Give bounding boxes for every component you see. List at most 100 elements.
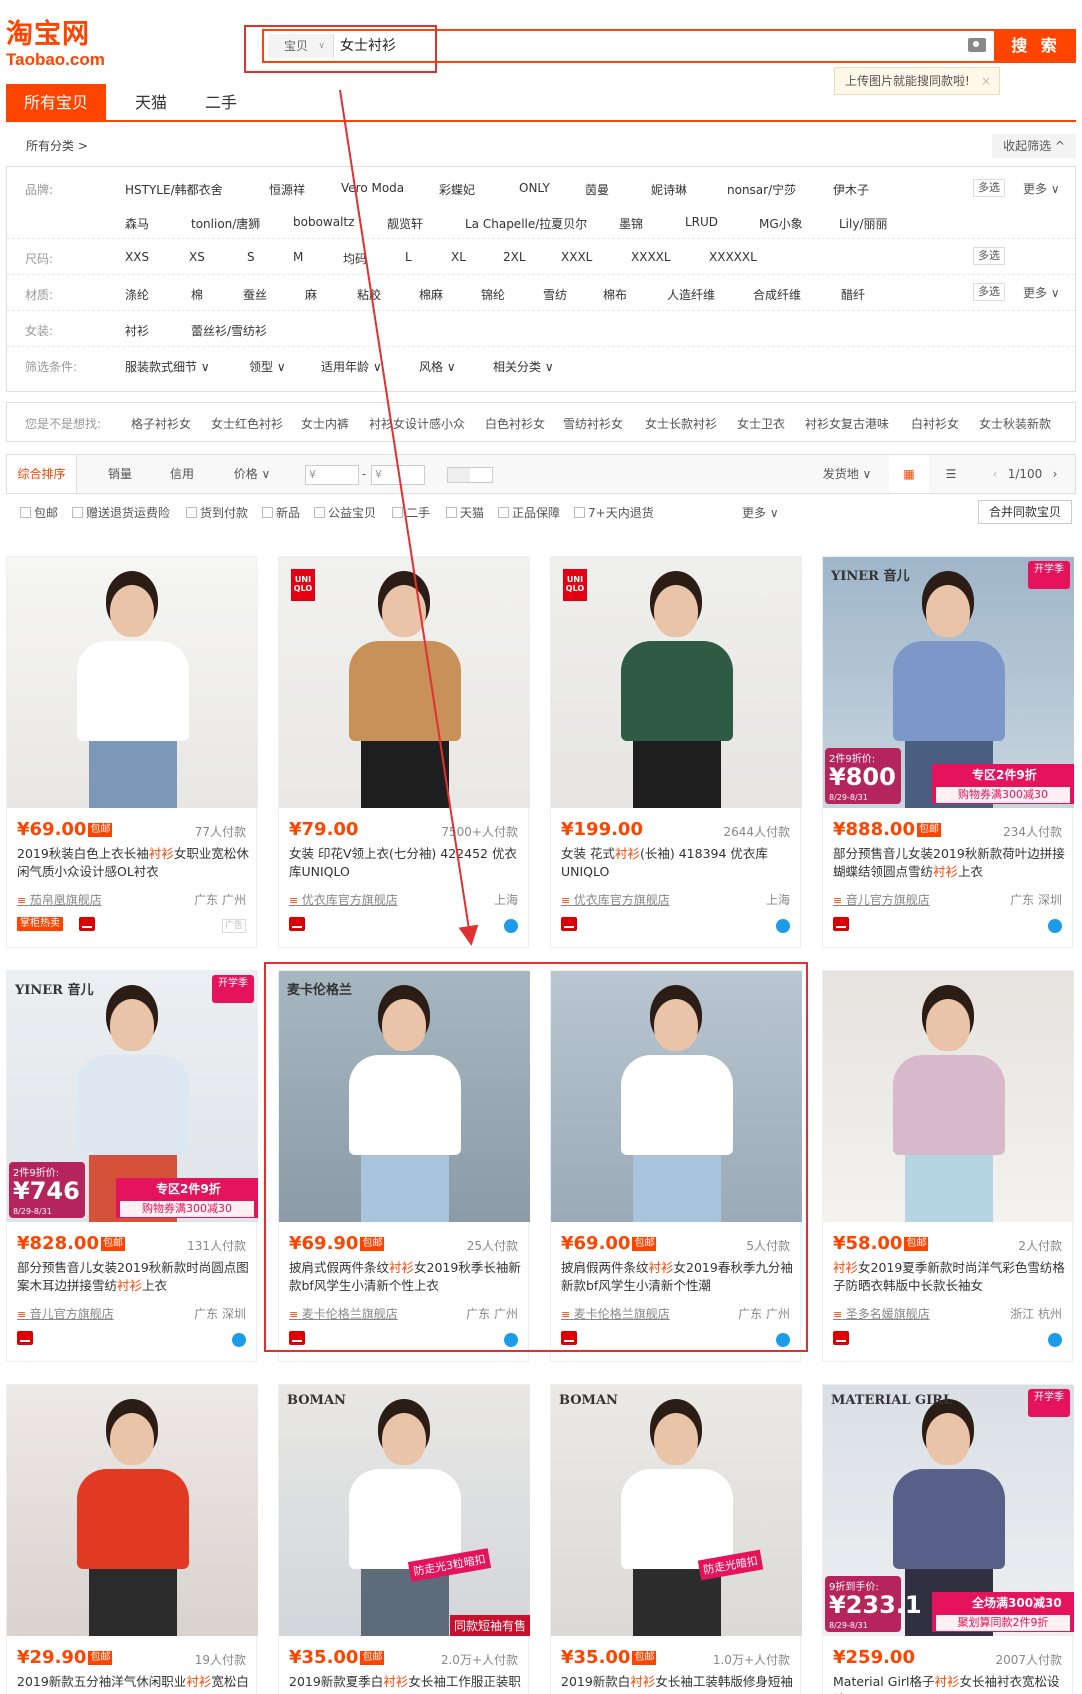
- sort-credit[interactable]: 信用: [157, 455, 207, 493]
- suggestion-link[interactable]: 女士秋装新款: [979, 415, 1051, 432]
- material-option[interactable]: 雪纺: [543, 286, 567, 303]
- tab-all[interactable]: 所有宝贝: [6, 84, 106, 122]
- brand-option[interactable]: tonlion/唐狮: [191, 215, 260, 232]
- multi-select-button[interactable]: 多选: [973, 283, 1005, 301]
- prev-page-icon[interactable]: ‹: [985, 455, 1005, 493]
- filter-checkbox[interactable]: 7+天内退货: [574, 504, 654, 521]
- product-card[interactable]: ¥29.90 包邮 19人付款 2019新款五分袖洋气休闲职业衬衫宽松白: [6, 1384, 258, 1694]
- size-option[interactable]: 2XL: [503, 250, 526, 264]
- filter-option[interactable]: 衬衫: [125, 322, 149, 339]
- product-image[interactable]: UNI QLO: [551, 557, 802, 808]
- brand-option[interactable]: 恒源祥: [269, 181, 305, 198]
- product-card[interactable]: YINER 音儿 开学季 2件9折价: ¥746 8/29-8/31 专区2件9折 购物券满…: [6, 970, 258, 1362]
- filter-checkbox[interactable]: 赠送退货运费险: [72, 504, 170, 521]
- brand-option[interactable]: 伊木子: [833, 181, 869, 198]
- product-card[interactable]: UNI QLO ¥79.00 7500+人付款 女装 印花V领上衣(七分袖) 4224…: [278, 556, 530, 948]
- multi-select-button[interactable]: 多选: [973, 247, 1005, 265]
- checkbox-icon[interactable]: [392, 507, 403, 518]
- suggestion-link[interactable]: 衬衫女设计感小众: [369, 415, 465, 432]
- size-option[interactable]: M: [293, 250, 303, 264]
- product-image[interactable]: BOMAN 防走光暗扣: [551, 1385, 802, 1636]
- condition-dropdown[interactable]: 相关分类 ∨: [493, 358, 554, 375]
- item-title[interactable]: 女装 印花V领上衣(七分袖) 422452 优衣库UNIQLO: [289, 845, 521, 881]
- item-title[interactable]: Material Girl格子衬衫女长袖衬衣宽松设计: [833, 1673, 1065, 1694]
- brand-option[interactable]: ONLY: [519, 181, 550, 195]
- material-option[interactable]: 合成纤维: [753, 286, 801, 303]
- wangwang-chat-icon[interactable]: [504, 919, 518, 933]
- search-button[interactable]: 搜 索: [996, 29, 1076, 63]
- size-option[interactable]: XXXXL: [631, 250, 671, 264]
- more-button[interactable]: 更多 ∨: [1023, 284, 1060, 301]
- collapse-filters-button[interactable]: 收起筛选 ^: [992, 134, 1076, 158]
- material-option[interactable]: 锦纶: [481, 286, 505, 303]
- checkbox-icon[interactable]: [574, 507, 585, 518]
- size-option[interactable]: XS: [189, 250, 205, 264]
- brand-option[interactable]: LRUD: [685, 215, 718, 229]
- material-option[interactable]: 涤纶: [125, 286, 149, 303]
- brand-option[interactable]: 彩蝶妃: [439, 181, 475, 198]
- size-option[interactable]: S: [247, 250, 255, 264]
- product-card[interactable]: MATERIAL GIRL 开学季 9折到手价: ¥233.1 8/29-8/31 全场满…: [822, 1384, 1074, 1694]
- list-view-icon[interactable]: ☰: [931, 455, 971, 493]
- brand-option[interactable]: bobowaltz: [293, 215, 354, 229]
- material-option[interactable]: 粘胶: [357, 286, 381, 303]
- size-option[interactable]: XXXL: [561, 250, 592, 264]
- checkbox-icon[interactable]: [446, 507, 457, 518]
- filter-checkbox[interactable]: 新品: [262, 504, 300, 521]
- size-option[interactable]: XL: [451, 250, 466, 264]
- item-title[interactable]: 部分预售音儿女装2019秋新款时尚圆点图案木耳边拼接雪纺衬衫上衣: [17, 1259, 249, 1295]
- item-title[interactable]: 部分预售音儿女装2019秋新款荷叶边拼接蝴蝶结领圆点雪纺衬衫上衣: [833, 845, 1065, 881]
- wangwang-chat-icon[interactable]: [1048, 919, 1062, 933]
- checkbox-icon[interactable]: [186, 507, 197, 518]
- product-image[interactable]: [7, 1385, 258, 1636]
- material-option[interactable]: 棉: [191, 286, 203, 303]
- shop-link[interactable]: 茄帛凰旗舰店: [17, 891, 102, 908]
- suggestion-link[interactable]: 衬衫女复古港味: [805, 415, 889, 432]
- item-title[interactable]: 女装 花式衬衫(长袖) 418394 优衣库UNIQLO: [561, 845, 793, 881]
- tab-tmall[interactable]: 天猫: [116, 84, 186, 122]
- shop-link[interactable]: 优衣库官方旗舰店: [561, 891, 670, 908]
- wangwang-chat-icon[interactable]: [232, 1333, 246, 1347]
- checks-more-button[interactable]: 更多 ∨: [742, 504, 779, 521]
- filter-checkbox[interactable]: 正品保障: [498, 504, 560, 521]
- material-option[interactable]: 棉布: [603, 286, 627, 303]
- next-page-icon[interactable]: ›: [1045, 455, 1065, 493]
- product-card[interactable]: UNI QLO ¥199.00 2644人付款 女装 花式衬衫(长袖) 418394 …: [550, 556, 802, 948]
- item-title[interactable]: 2019新款白衬衫女长袖工装韩版修身短袖: [561, 1673, 793, 1694]
- all-categories-link[interactable]: 所有分类 >: [26, 134, 88, 158]
- suggestion-link[interactable]: 白色衬衫女: [485, 415, 545, 432]
- checkbox-icon[interactable]: [262, 507, 273, 518]
- product-image[interactable]: [823, 971, 1074, 1222]
- shop-link[interactable]: 优衣库官方旗舰店: [289, 891, 398, 908]
- filter-option[interactable]: 蕾丝衫/雪纺衫: [191, 322, 267, 339]
- item-title[interactable]: 2019秋装白色上衣长袖衬衫女职业宽松休闲气质小众设计感OL衬衣: [17, 845, 249, 881]
- filter-checkbox[interactable]: 二手: [392, 504, 430, 521]
- product-image[interactable]: BOMAN 防走光3粒暗扣 同款短袖有售: [279, 1385, 530, 1636]
- item-title[interactable]: 2019新款夏季白衬衫女长袖工作服正装职: [289, 1673, 521, 1694]
- suggestion-link[interactable]: 女士红色衬衫: [211, 415, 283, 432]
- checkbox-icon[interactable]: [20, 507, 31, 518]
- checkbox-icon[interactable]: [498, 507, 509, 518]
- product-card[interactable]: ¥58.00 包邮 2人付款 衬衫女2019夏季新款时尚洋气彩色雪纺格子防晒衣韩版中长…: [822, 970, 1074, 1362]
- suggestion-link[interactable]: 格子衬衫女: [131, 415, 191, 432]
- suggestion-link[interactable]: 女士长款衬衫: [645, 415, 717, 432]
- product-image[interactable]: UNI QLO: [279, 557, 530, 808]
- material-option[interactable]: 麻: [305, 286, 317, 303]
- size-option[interactable]: XXXXXL: [709, 250, 757, 264]
- product-image[interactable]: YINER 音儿 开学季 2件9折价: ¥800 8/29-8/31 专区2件9折 购物券满…: [823, 557, 1074, 808]
- wangwang-chat-icon[interactable]: [1048, 1333, 1062, 1347]
- checkbox-icon[interactable]: [314, 507, 325, 518]
- filter-checkbox[interactable]: 天猫: [446, 504, 484, 521]
- shop-link[interactable]: 音儿官方旗舰店: [833, 891, 930, 908]
- filter-checkbox[interactable]: 公益宝贝: [314, 504, 376, 521]
- filter-checkbox[interactable]: 货到付款: [186, 504, 248, 521]
- product-image[interactable]: YINER 音儿 开学季 2件9折价: ¥746 8/29-8/31 专区2件9折 购物券满…: [7, 971, 258, 1222]
- material-option[interactable]: 人造纤维: [667, 286, 715, 303]
- shop-link[interactable]: 圣多名媛旗舰店: [833, 1305, 930, 1322]
- suggestion-link[interactable]: 女士卫衣: [737, 415, 785, 432]
- checkbox-icon[interactable]: [72, 507, 83, 518]
- item-title[interactable]: 2019新款五分袖洋气休闲职业衬衫宽松白: [17, 1673, 249, 1694]
- condition-dropdown[interactable]: 风格 ∨: [419, 358, 456, 375]
- price-max-input[interactable]: ¥: [371, 465, 425, 485]
- condition-dropdown[interactable]: 适用年龄 ∨: [321, 358, 382, 375]
